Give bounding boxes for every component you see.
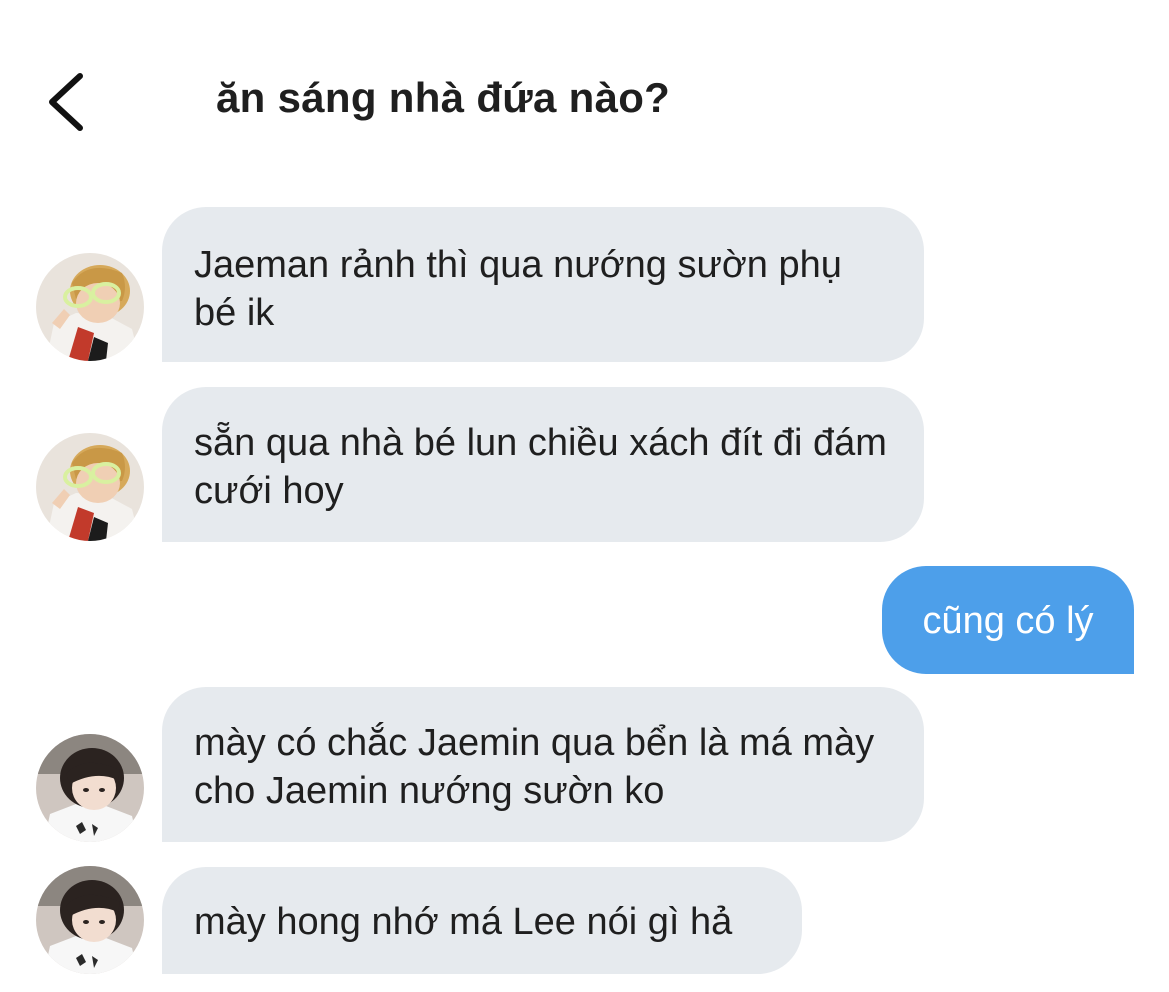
message-bubble-incoming[interactable]: mày có chắc Jaemin qua bển là má mày cho… [162,687,924,842]
message-bubble-incoming[interactable]: Jaeman rảnh thì qua nướng sườn phụ bé ik [162,207,924,362]
message-text: mày hong nhớ má Lee nói gì hả [194,901,733,943]
avatar-user-a [36,253,144,361]
back-button[interactable] [38,66,98,138]
avatar-user-b [36,866,144,974]
message-bubble-outgoing[interactable]: cũng có lý [882,566,1134,674]
sender-avatar[interactable] [36,734,144,842]
avatar-user-b [36,734,144,842]
message-bubble-incoming[interactable]: sẵn qua nhà bé lun chiều xách đít đi đám… [162,387,924,542]
chat-header: ăn sáng nhà đứa nào? [0,0,1169,180]
message-text: cũng có lý [922,600,1094,642]
chat-title: ăn sáng nhà đứa nào? [216,74,671,121]
sender-avatar[interactable] [36,253,144,361]
sender-avatar[interactable] [36,866,144,974]
message-text: sẵn qua nhà bé lun chiều xách đít đi đám… [194,422,887,512]
message-text: mày có chắc Jaemin qua bển là má mày cho… [194,722,875,812]
sender-avatar[interactable] [36,433,144,541]
chevron-left-icon [49,73,83,131]
message-bubble-incoming[interactable]: mày hong nhớ má Lee nói gì hả [162,867,802,974]
message-text: Jaeman rảnh thì qua nướng sườn phụ bé ik [194,244,842,334]
avatar-user-a [36,433,144,541]
